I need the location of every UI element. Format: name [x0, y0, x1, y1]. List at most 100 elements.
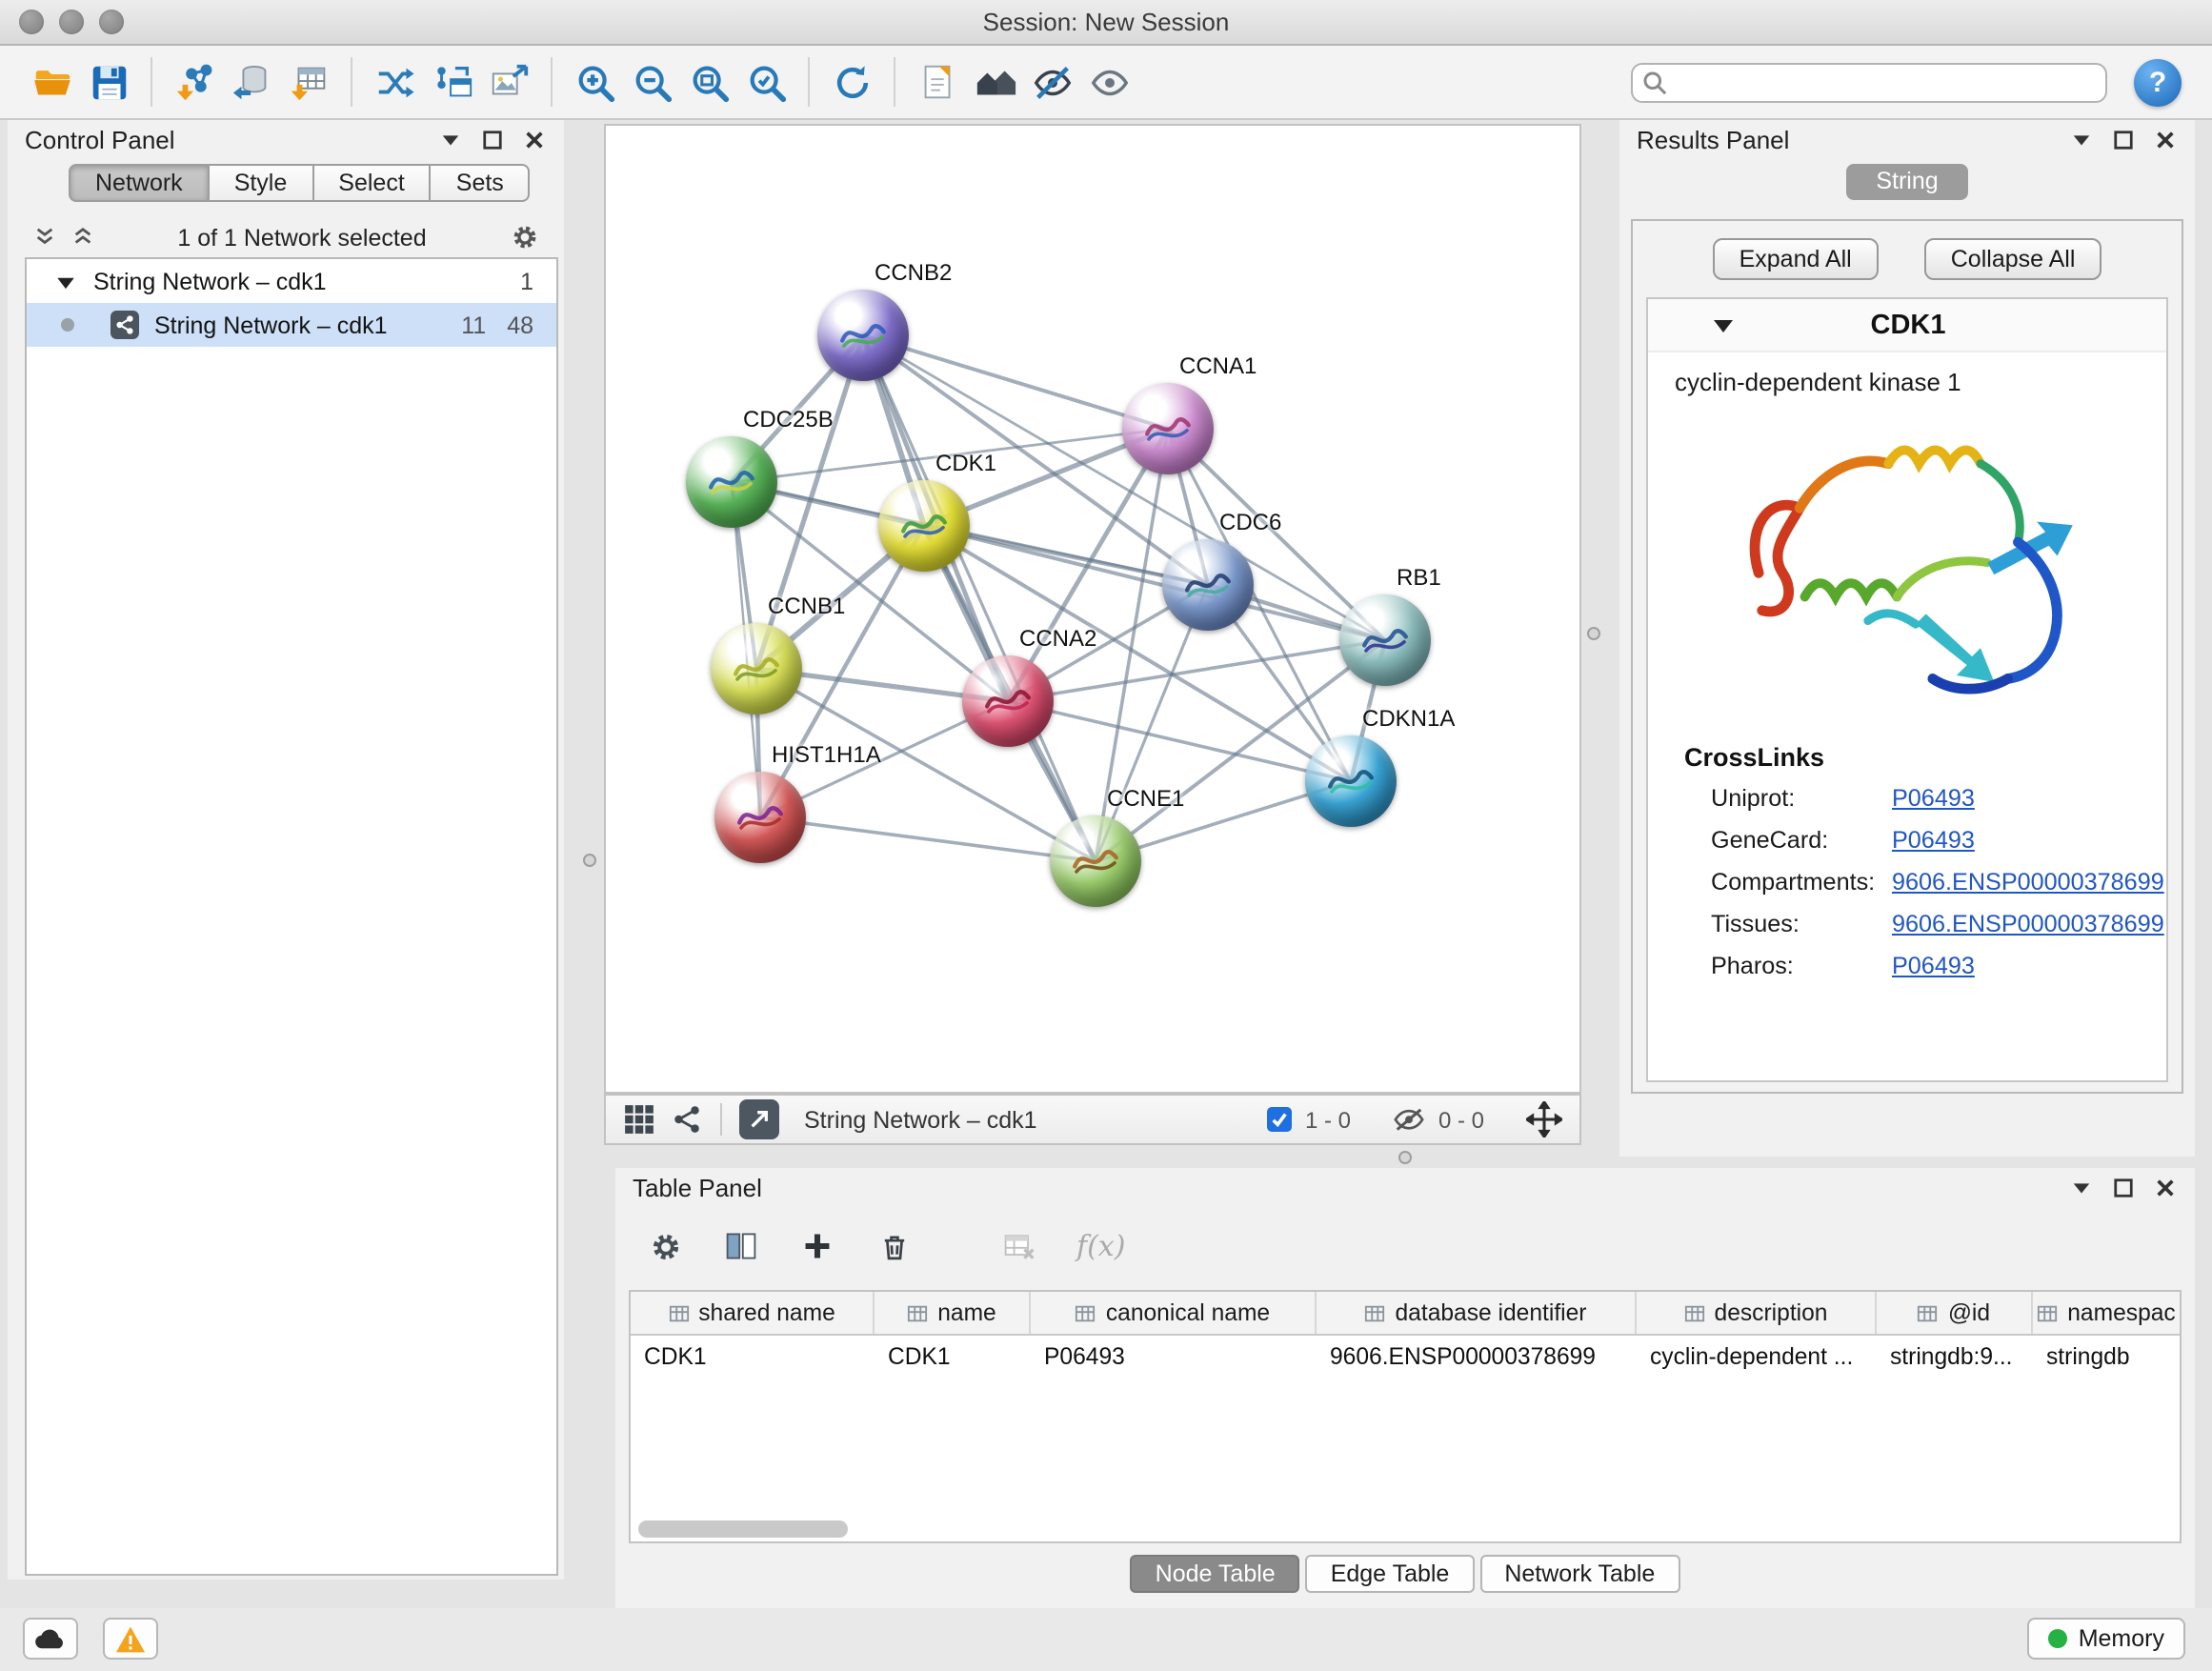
network-row-selected[interactable]: String Network – cdk1 1148	[27, 303, 556, 347]
scrollbar-thumb[interactable]	[638, 1520, 848, 1538]
delete-table-icon[interactable]	[1000, 1227, 1038, 1265]
network-node-hist1h1a[interactable]	[714, 772, 806, 863]
zoom-selected-button[interactable]	[737, 53, 794, 111]
panel-menu-icon[interactable]	[2069, 1175, 2094, 1199]
eye-icon	[1087, 60, 1131, 104]
expand-all-icon[interactable]	[70, 225, 95, 250]
network-node-cdc25b[interactable]	[686, 436, 777, 528]
panel-close-icon[interactable]	[2153, 127, 2178, 151]
zoom-fit-button[interactable]	[680, 53, 737, 111]
network-from-table-button[interactable]	[423, 53, 480, 111]
panel-menu-icon[interactable]	[438, 127, 463, 151]
hide-selected-button[interactable]	[1023, 53, 1080, 111]
network-collection-row[interactable]: String Network – cdk1 1	[27, 259, 556, 303]
hidden-eye-slash-icon[interactable]	[1393, 1103, 1425, 1136]
collapse-all-icon[interactable]	[32, 225, 57, 250]
help-button[interactable]: ?	[2134, 58, 2182, 106]
crosslink-link[interactable]: 9606.ENSP00000378699	[1892, 869, 2164, 896]
network-node-cdkn1a[interactable]	[1305, 735, 1397, 827]
crosslink-row: Compartments:9606.ENSP00000378699	[1648, 861, 2166, 903]
import-table-button[interactable]	[280, 53, 337, 111]
crosslink-link[interactable]: P06493	[1892, 785, 1975, 812]
network-edge[interactable]	[863, 335, 1168, 429]
clone-network-button[interactable]	[909, 53, 966, 111]
delete-column-trash-icon[interactable]	[875, 1227, 913, 1265]
network-node-cdc6[interactable]	[1162, 539, 1254, 631]
selected-count: 1 - 0	[1305, 1106, 1351, 1133]
network-canvas[interactable]: CCNB2CCNA1CDC25BCDK1CDC6RB1CCNB1CCNA2CDK…	[604, 124, 1581, 1094]
import-network-database-button[interactable]	[223, 53, 280, 111]
tab-style[interactable]: Style	[210, 164, 314, 202]
network-edge[interactable]	[924, 526, 1385, 640]
zoom-in-button[interactable]	[566, 53, 623, 111]
column-header-shared-name[interactable]: shared name	[631, 1292, 875, 1334]
open-in-new-window-button[interactable]	[739, 1099, 779, 1139]
column-header-database-identifier[interactable]: database identifier	[1317, 1292, 1637, 1334]
collapse-all-button[interactable]: Collapse All	[1924, 238, 2102, 280]
network-node-ccna1[interactable]	[1122, 383, 1214, 474]
panel-menu-icon[interactable]	[2069, 127, 2094, 151]
zoom-out-button[interactable]	[623, 53, 680, 111]
show-columns-icon[interactable]	[722, 1227, 760, 1265]
panel-float-icon[interactable]	[2111, 127, 2136, 151]
function-builder-icon[interactable]: f(x)	[1076, 1229, 1125, 1263]
network-node-rb1[interactable]	[1339, 594, 1431, 686]
new-network-button[interactable]	[366, 53, 423, 111]
search-input[interactable]	[1631, 62, 2107, 102]
show-all-button[interactable]	[966, 53, 1023, 111]
network-edge[interactable]	[760, 817, 1096, 861]
warnings-button[interactable]	[103, 1618, 158, 1660]
network-node-ccne1[interactable]	[1050, 815, 1141, 907]
control-panel: Control Panel NetworkStyleSelectSets 1 o…	[8, 120, 564, 1580]
apply-layout-button[interactable]	[823, 53, 880, 111]
disclosure-triangle-icon[interactable]	[1713, 308, 1734, 342]
open-session-button[interactable]	[23, 53, 80, 111]
column-type-icon	[907, 1302, 928, 1323]
network-node-ccnb1[interactable]	[711, 623, 802, 715]
column-header-description[interactable]: description	[1637, 1292, 1877, 1334]
add-column-icon[interactable]	[798, 1227, 836, 1265]
network-node-ccna2[interactable]	[962, 655, 1054, 747]
panel-float-icon[interactable]	[480, 127, 505, 151]
column-header-canonical-name[interactable]: canonical name	[1031, 1292, 1317, 1334]
panel-float-icon[interactable]	[2111, 1175, 2136, 1199]
network-node-cdk1[interactable]	[878, 480, 970, 572]
grid-view-icon[interactable]	[623, 1103, 655, 1136]
crosslink-link[interactable]: P06493	[1892, 827, 1975, 854]
network-node-ccnb2[interactable]	[817, 290, 909, 381]
column-header-name[interactable]: name	[875, 1292, 1031, 1334]
import-network-file-button[interactable]	[166, 53, 223, 111]
memory-button[interactable]: Memory	[2027, 1618, 2185, 1660]
gear-icon[interactable]	[509, 222, 539, 252]
network-overview-icon[interactable]	[671, 1103, 703, 1136]
disclosure-triangle-icon[interactable]	[57, 268, 74, 294]
crosslink-link[interactable]: 9606.ENSP00000378699	[1892, 911, 2164, 937]
tab-edge-table[interactable]: Edge Table	[1306, 1555, 1475, 1593]
selected-checkbox[interactable]	[1267, 1107, 1292, 1132]
tab-network-table[interactable]: Network Table	[1479, 1555, 1679, 1593]
show-hidden-button[interactable]	[1080, 53, 1137, 111]
table-row[interactable]: CDK1CDK1P064939606.ENSP00000378699cyclin…	[631, 1336, 2180, 1376]
network-edge[interactable]	[863, 335, 1096, 861]
tab-network[interactable]: Network	[69, 164, 210, 202]
expand-all-button[interactable]: Expand All	[1713, 238, 1879, 280]
column-header--id[interactable]: @id	[1877, 1292, 2033, 1334]
panel-close-icon[interactable]	[2153, 1175, 2178, 1199]
tab-select[interactable]: Select	[313, 164, 432, 202]
tab-node-table[interactable]: Node Table	[1131, 1555, 1300, 1593]
vertical-splitter-handle[interactable]	[1587, 627, 1600, 640]
vertical-splitter-handle[interactable]	[583, 854, 596, 867]
folder-open-icon	[30, 60, 73, 104]
save-session-button[interactable]	[80, 53, 137, 111]
cloud-button[interactable]	[23, 1618, 78, 1660]
crosslink-link[interactable]: P06493	[1892, 953, 1975, 979]
column-header-namespac[interactable]: namespac	[2033, 1292, 2180, 1334]
panel-close-icon[interactable]	[522, 127, 547, 151]
horizontal-splitter-handle[interactable]	[1398, 1151, 1412, 1164]
crosslink-label: GeneCard:	[1711, 827, 1892, 854]
table-settings-gear-icon[interactable]	[646, 1227, 684, 1265]
pan-crosshair-icon[interactable]	[1526, 1101, 1562, 1137]
tab-string[interactable]: String	[1845, 164, 1968, 200]
export-image-button[interactable]	[480, 53, 537, 111]
tab-sets[interactable]: Sets	[432, 164, 531, 202]
